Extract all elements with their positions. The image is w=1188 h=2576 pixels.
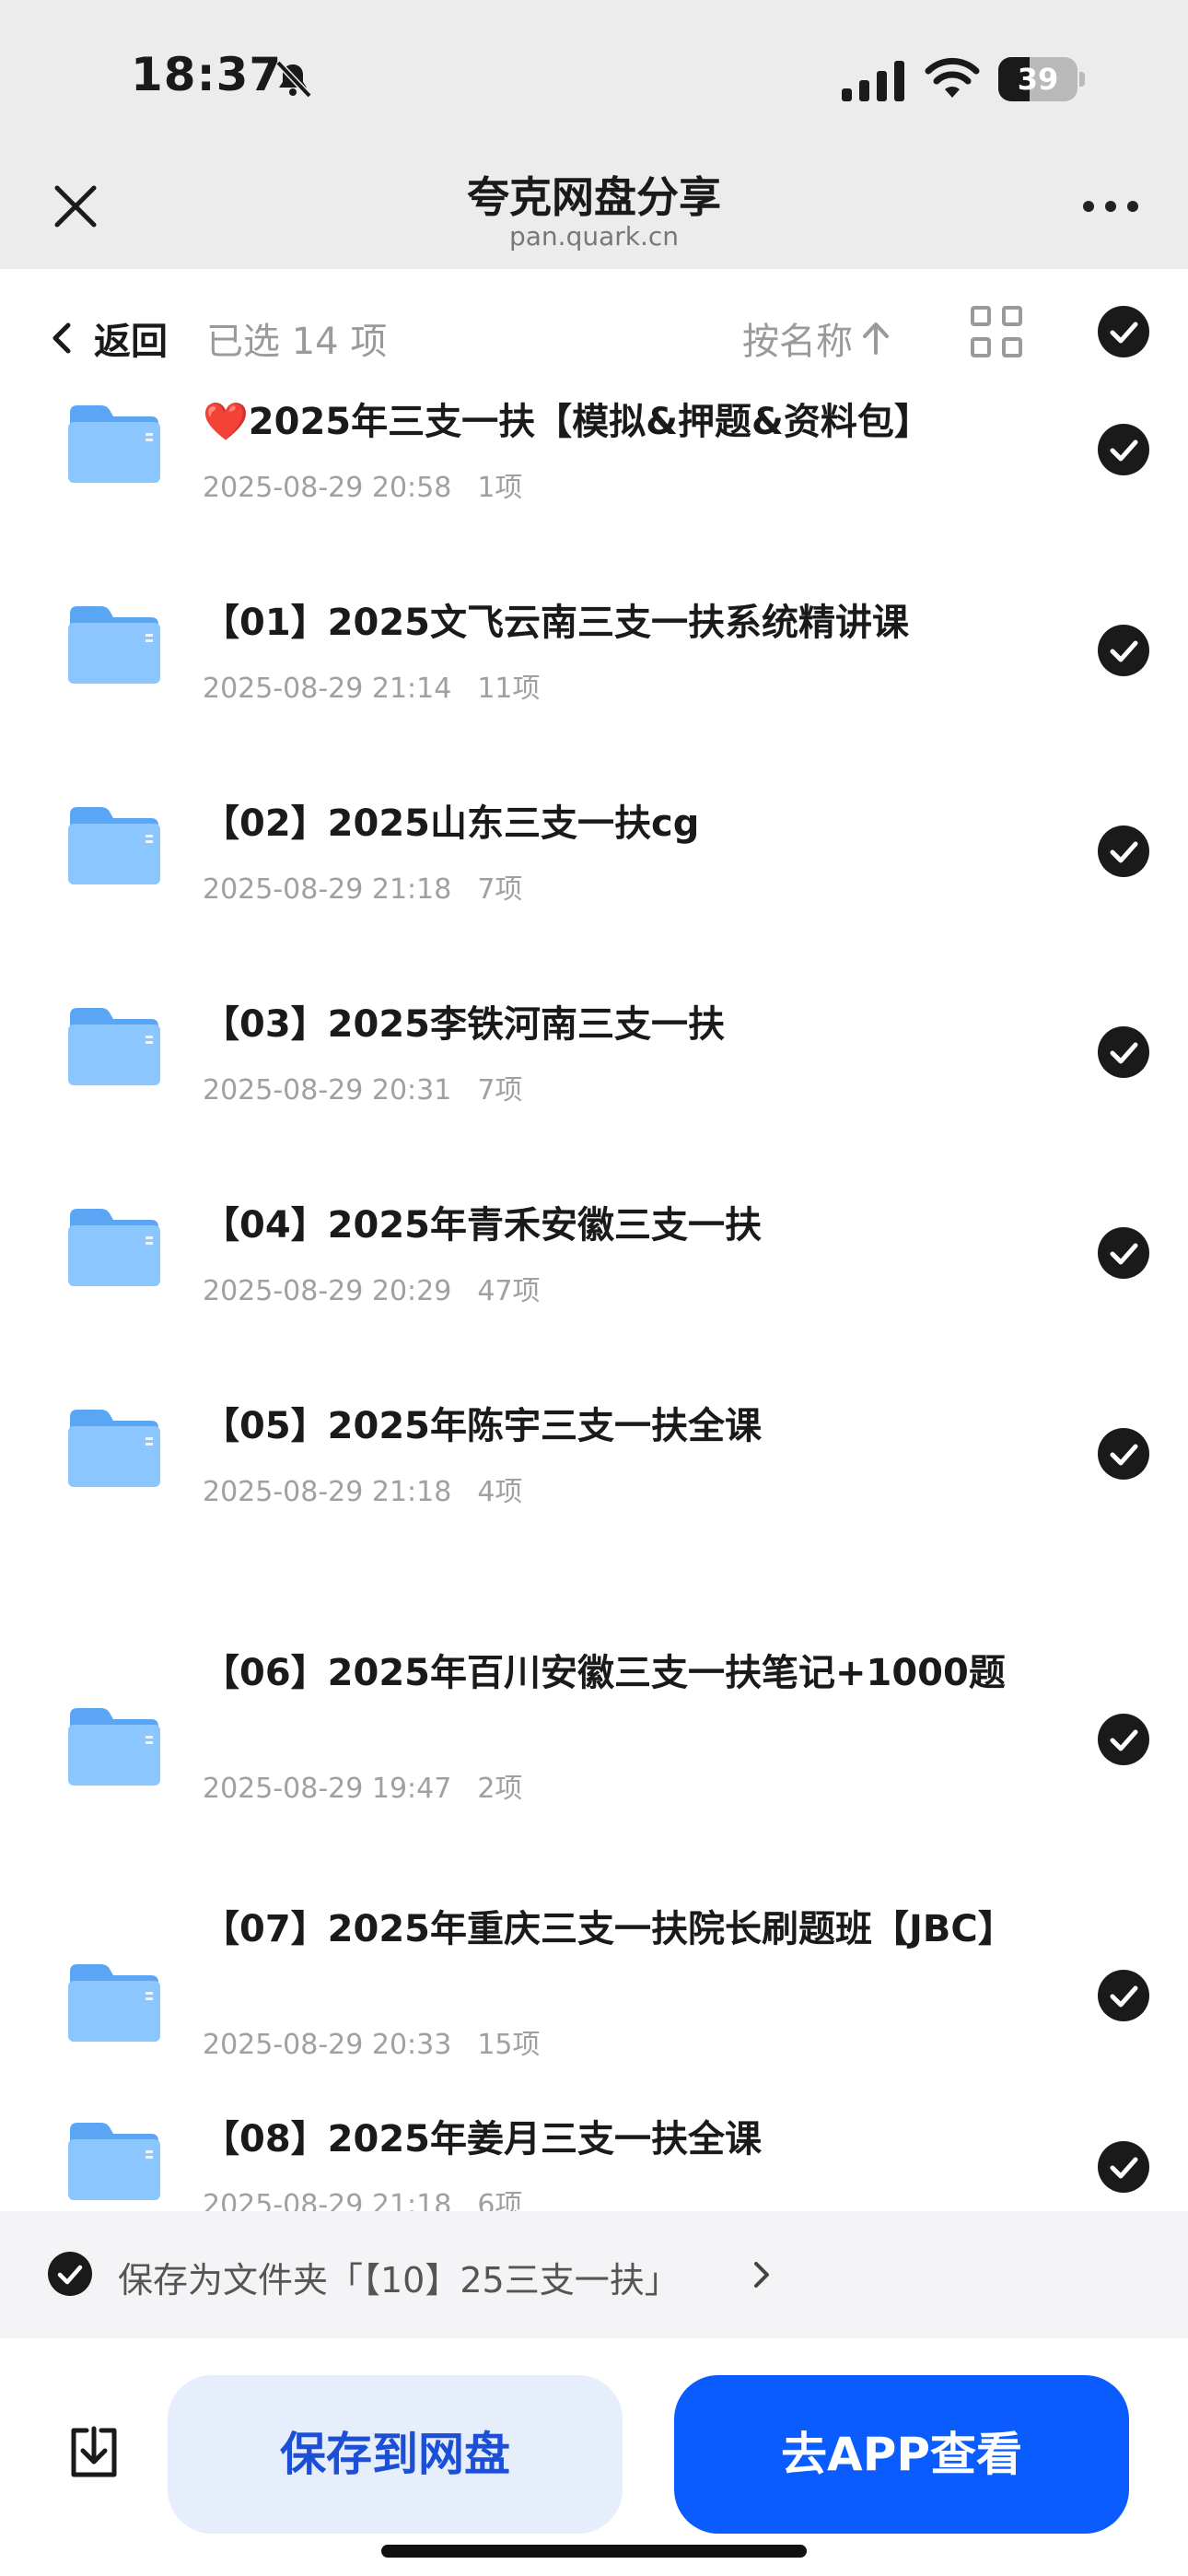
file-meta: 2025-08-29 20:58 1项 [203,464,522,505]
file-meta: 2025-08-29 21:18 4项 [203,1469,522,1509]
folder-icon [66,1706,162,1787]
selected-count: 已选 14 项 [206,321,388,363]
file-date: 2025-08-29 21:18 [203,1476,452,1508]
bell-slash-icon [275,60,312,99]
file-meta: 2025-08-29 19:47 2项 [203,1765,522,1806]
file-name: 【02】2025山东三支一扶cg [203,802,700,845]
file-date: 2025-08-29 20:58 [203,472,452,504]
back-label: 返回 [94,321,168,363]
sort-button[interactable]: 按名称 [742,311,891,365]
page-url: pan.quark.cn [508,221,680,252]
file-meta: 2025-08-29 21:18 7项 [203,866,522,907]
save-folder-bar[interactable]: 保存为文件夹「【10】25三支一扶」 [0,2211,1188,2338]
open-app-button[interactable]: 去APP查看 [674,2375,1129,2534]
chevron-left-icon [52,322,71,354]
file-date: 2025-08-29 20:31 [203,1074,452,1107]
folder-icon [66,805,162,886]
file-count: 47项 [477,1275,541,1307]
file-name: ❤️2025年三支一扶【模拟&押题&资料包】 [203,401,931,443]
folder-icon [66,404,162,485]
folder-icon [66,1408,162,1489]
status-time: 18:37 [131,48,283,101]
selection-toolbar: 返回 已选 14 项 按名称 [0,269,1188,394]
folder-icon [66,1962,162,2043]
top-bar: 18:37 39 夸克网盘分享 pan.quark.cn [0,0,1188,269]
check-circle-icon[interactable] [1098,1714,1149,1765]
file-meta: 2025-08-29 20:31 7项 [203,1067,522,1107]
more-icon[interactable] [1083,201,1138,216]
file-date: 2025-08-29 19:47 [203,1773,452,1805]
grid-view-icon[interactable] [971,306,1026,361]
file-name: 【05】2025年陈宇三支一扶全课 [203,1405,762,1447]
file-date: 2025-08-29 21:14 [203,673,452,705]
file-meta: 2025-08-29 21:14 11项 [203,665,541,706]
battery-level: 39 [1017,62,1059,97]
file-list: ❤️2025年三支一扶【模拟&押题&资料包】 2025-08-29 20:58 1项… [0,394,1188,2211]
download-icon[interactable] [64,2423,123,2482]
battery-icon: 39 [998,57,1087,101]
file-row[interactable]: 【04】2025年青禾安徽三支一扶 2025-08-29 20:29 47项 [0,1198,1188,1399]
check-circle-icon[interactable] [1098,424,1149,475]
arrow-up-icon [863,322,889,355]
chevron-right-icon [754,2262,769,2288]
file-name: 【08】2025年姜月三支一扶全课 [203,2118,762,2160]
file-name: 【04】2025年青禾安徽三支一扶 [203,1204,762,1247]
check-circle-icon [48,2252,92,2296]
sort-label: 按名称 [742,321,853,363]
file-meta: 2025-08-29 20:33 15项 [203,2021,541,2062]
file-row[interactable]: 【06】2025年百川安徽三支一扶笔记+1000题 2025-08-29 19:4… [0,1599,1188,1856]
signal-icon [842,61,904,101]
file-date: 2025-08-29 21:18 [203,2189,452,2211]
back-button[interactable]: 返回 [50,311,168,365]
file-date: 2025-08-29 20:29 [203,1275,452,1307]
file-meta: 2025-08-29 20:29 47项 [203,1268,541,1308]
folder-icon [66,1207,162,1288]
home-indicator [381,2545,807,2558]
select-all-check-icon[interactable] [1098,306,1149,357]
file-count: 7项 [477,1074,523,1107]
file-count: 4项 [477,1476,523,1508]
file-count: 2项 [477,1773,523,1805]
file-date: 2025-08-29 20:33 [203,2029,452,2061]
file-row[interactable]: 【01】2025文飞云南三支一扶系统精讲课 2025-08-29 21:14 11项 [0,595,1188,796]
page-title: 夸克网盘分享 [467,172,721,222]
file-name: 【03】2025李铁河南三支一扶 [203,1003,725,1046]
file-name: 【01】2025文飞云南三支一扶系统精讲课 [203,602,909,644]
check-circle-icon[interactable] [1098,1970,1149,2021]
file-name: 【06】2025年百川安徽三支一扶笔记+1000题 [203,1652,1006,1694]
file-row[interactable]: 【05】2025年陈宇三支一扶全课 2025-08-29 21:18 4项 [0,1399,1188,1599]
file-count: 7项 [477,873,523,906]
check-circle-icon[interactable] [1098,2141,1149,2193]
folder-icon [66,1006,162,1087]
file-row[interactable]: 【03】2025李铁河南三支一扶 2025-08-29 20:31 7项 [0,997,1188,1198]
check-circle-icon[interactable] [1098,1428,1149,1480]
save-folder-label: 保存为文件夹「【10】25三支一扶」 [118,2260,680,2301]
file-name: 【07】2025年重庆三支一扶院长刷题班【JBC】 [203,1908,1015,1950]
bottom-action-bar: 保存到网盘 去APP查看 [0,2338,1188,2576]
file-row[interactable]: 【02】2025山东三支一扶cg 2025-08-29 21:18 7项 [0,796,1188,997]
folder-icon [66,2121,162,2202]
file-count: 6项 [477,2189,523,2211]
file-count: 15项 [477,2029,541,2061]
save-to-drive-button[interactable]: 保存到网盘 [168,2375,623,2534]
file-count: 1项 [477,472,523,504]
folder-icon [66,604,162,685]
file-row[interactable]: ❤️2025年三支一扶【模拟&押题&资料包】 2025-08-29 20:58 1项 [0,394,1188,595]
file-row[interactable]: 【07】2025年重庆三支一扶院长刷题班【JBC】 2025-08-29 20:3… [0,1856,1188,2112]
file-meta: 2025-08-29 21:18 6项 [203,2182,522,2211]
file-date: 2025-08-29 21:18 [203,873,452,906]
file-row[interactable]: 【08】2025年姜月三支一扶全课 2025-08-29 21:18 6项 [0,2112,1188,2211]
check-circle-icon[interactable] [1098,1026,1149,1078]
check-circle-icon[interactable] [1098,1227,1149,1279]
check-circle-icon[interactable] [1098,625,1149,676]
wifi-icon [925,57,980,98]
check-circle-icon[interactable] [1098,825,1149,877]
file-count: 11项 [477,673,541,705]
